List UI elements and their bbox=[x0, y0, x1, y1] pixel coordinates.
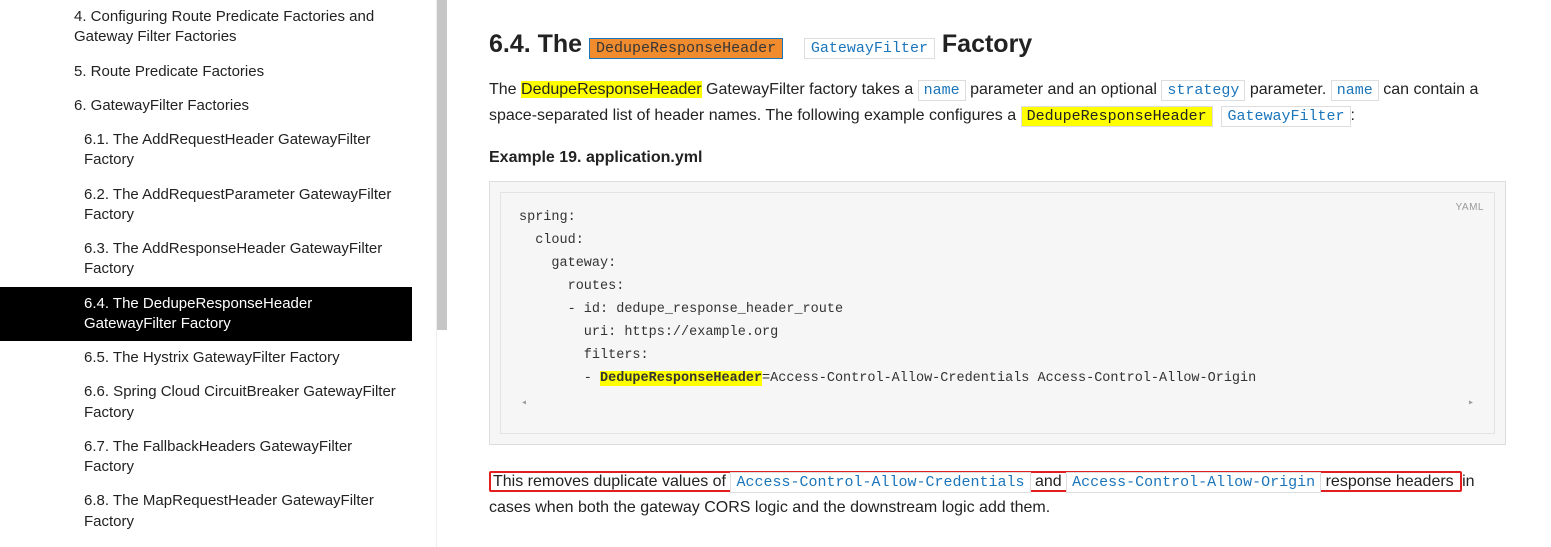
scroll-left-icon[interactable]: ◂ bbox=[519, 395, 529, 412]
sidebar-item-8[interactable]: 6.6. Spring Cloud CircuitBreaker Gateway… bbox=[0, 375, 412, 430]
code-content: YAML spring: cloud: gateway: routes: - id… bbox=[500, 192, 1495, 434]
code-line: - bbox=[519, 371, 600, 386]
code-line: routes: bbox=[519, 279, 624, 294]
code-highlight-dedupe: DedupeResponseHeader bbox=[600, 371, 762, 386]
sidebar-item-7[interactable]: 6.5. The Hystrix GatewayFilter Factory bbox=[0, 341, 412, 375]
sidebar-item-4[interactable]: 6.2. The AddRequestParameter GatewayFilt… bbox=[0, 178, 412, 233]
after-code-paragraph: This removes duplicate values of Access-… bbox=[489, 469, 1506, 521]
sidebar-item-3[interactable]: 6.1. The AddRequestHeader GatewayFilter … bbox=[0, 123, 412, 178]
section-heading: 6.4. The DedupeResponseHeader GatewayFil… bbox=[489, 30, 1506, 59]
heading-prefix: 6.4. The bbox=[489, 30, 589, 58]
heading-suffix: Factory bbox=[942, 30, 1032, 58]
scroll-right-icon[interactable]: ▸ bbox=[1466, 395, 1476, 412]
code-line: filters: bbox=[519, 348, 649, 363]
intro-text: GatewayFilter factory takes a bbox=[702, 81, 918, 98]
code-line: uri: https://example.org bbox=[519, 325, 778, 340]
sidebar-item-10[interactable]: 6.8. The MapRequestHeader GatewayFilter … bbox=[0, 484, 412, 539]
code-line: spring: bbox=[519, 210, 576, 225]
code-acac: Access-Control-Allow-Credentials bbox=[730, 472, 1030, 493]
intro-text: The bbox=[489, 81, 521, 98]
code-name-param: name bbox=[918, 80, 966, 101]
after-text: and bbox=[1031, 473, 1067, 490]
heading-code-highlight: DedupeResponseHeader bbox=[589, 38, 783, 59]
code-gatewayfilter: GatewayFilter bbox=[1221, 106, 1350, 127]
after-text: This removes duplicate values of bbox=[493, 473, 730, 490]
code-acao: Access-Control-Allow-Origin bbox=[1066, 472, 1321, 493]
sidebar-item-0[interactable]: 4. Configuring Route Predicate Factories… bbox=[0, 0, 412, 55]
annotation-red-box: This removes duplicate values of Access-… bbox=[489, 471, 1462, 492]
sidebar-item-5[interactable]: 6.3. The AddResponseHeader GatewayFilter… bbox=[0, 232, 412, 287]
code-strategy-param: strategy bbox=[1161, 80, 1245, 101]
intro-paragraph: The DedupeResponseHeader GatewayFilter f… bbox=[489, 77, 1506, 129]
main-content: 6.4. The DedupeResponseHeader GatewayFil… bbox=[437, 0, 1551, 547]
sidebar-item-2[interactable]: 6. GatewayFilter Factories bbox=[0, 89, 412, 123]
code-horizontal-scrollbar[interactable]: ◂▸ bbox=[519, 399, 1476, 409]
intro-highlight-dedupe: DedupeResponseHeader bbox=[521, 81, 702, 98]
code-name-param-2: name bbox=[1331, 80, 1379, 101]
code-line: =Access-Control-Allow-Credentials Access… bbox=[762, 371, 1256, 386]
intro-text: parameter and an optional bbox=[966, 81, 1162, 98]
sidebar-item-11[interactable]: 6.9. The PrefixPath GatewayFilter Factor… bbox=[0, 539, 412, 547]
code-block: YAML spring: cloud: gateway: routes: - id… bbox=[489, 181, 1506, 445]
sidebar-item-6[interactable]: 6.4. The DedupeResponseHeader GatewayFil… bbox=[0, 287, 412, 342]
sidebar: 4. Configuring Route Predicate Factories… bbox=[0, 0, 437, 547]
code-lang-badge: YAML bbox=[1456, 199, 1485, 216]
code-line: cloud: bbox=[519, 233, 584, 248]
code-line: - id: dedupe_response_header_route bbox=[519, 302, 843, 317]
code-line: gateway: bbox=[519, 256, 616, 271]
after-text: response headers bbox=[1321, 473, 1458, 490]
sidebar-item-9[interactable]: 6.7. The FallbackHeaders GatewayFilter F… bbox=[0, 430, 412, 485]
heading-code-gatewayfilter: GatewayFilter bbox=[804, 38, 935, 59]
example-title: Example 19. application.yml bbox=[489, 149, 1506, 167]
intro-text: : bbox=[1351, 107, 1355, 124]
intro-text: parameter. bbox=[1245, 81, 1330, 98]
code-dedupe-highlight: DedupeResponseHeader bbox=[1021, 106, 1213, 127]
sidebar-item-1[interactable]: 5. Route Predicate Factories bbox=[0, 55, 412, 89]
